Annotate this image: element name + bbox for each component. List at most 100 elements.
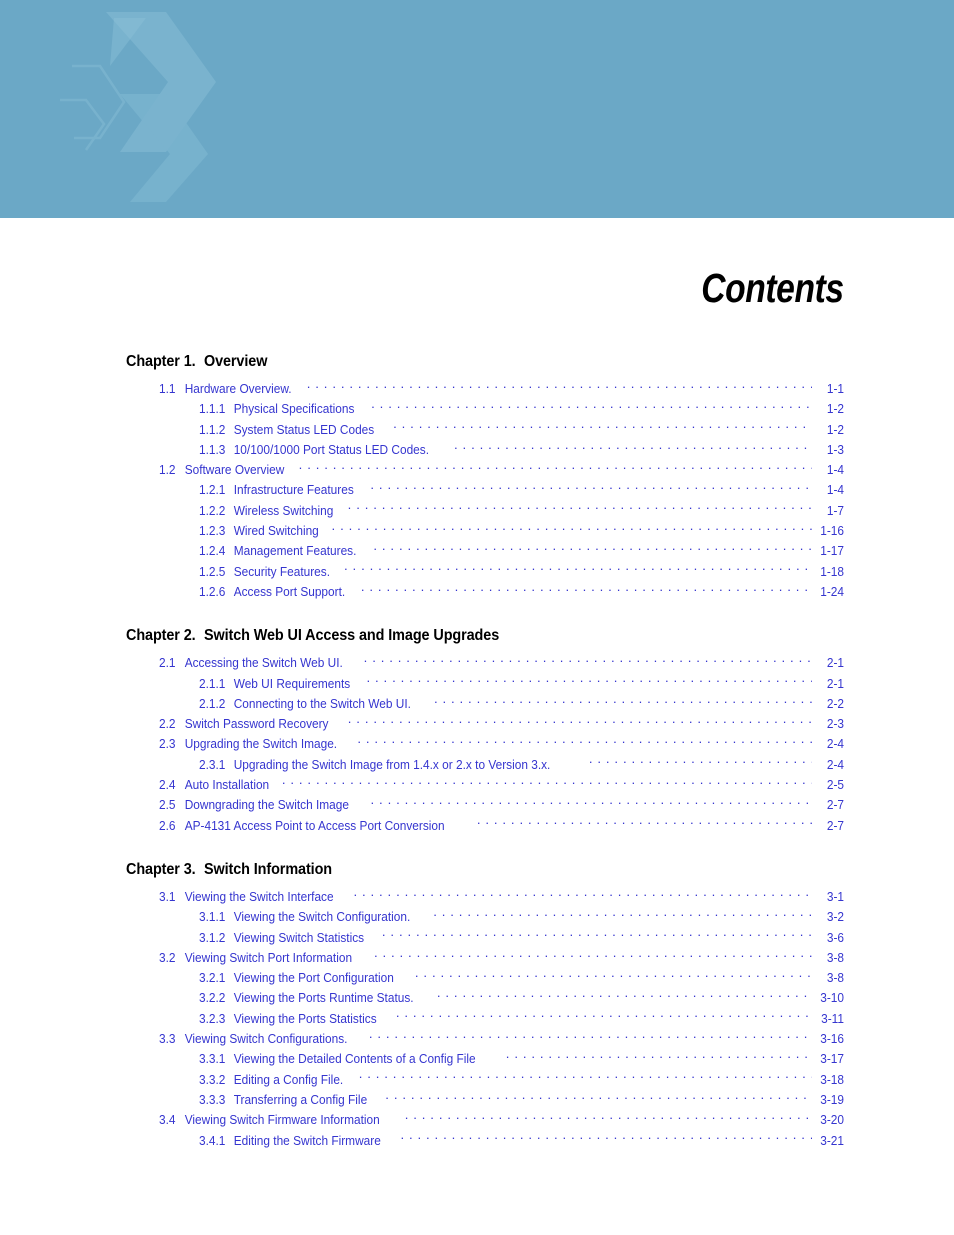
toc-entry[interactable]: 3.3.3 Transferring a Config File 3-19 (126, 1090, 844, 1110)
toc-entry-page-number: 2-3 (826, 716, 844, 732)
toc-entry[interactable]: 1.2.4 Management Features. 1-17 (126, 541, 844, 561)
toc-entry-page-number: 2-1 (826, 675, 844, 691)
toc-entry-number: 3.3.3 (199, 1091, 226, 1107)
toc-dot-leader (371, 399, 812, 412)
toc-entry[interactable]: 2.2 Switch Password Recovery 2-3 (126, 714, 844, 734)
toc-entry-number: 3.1 (159, 888, 176, 904)
toc-entry[interactable]: 1.2.1 Infrastructure Features 1-4 (126, 480, 844, 500)
toc-dot-leader (282, 775, 812, 788)
toc-dot-leader (477, 816, 812, 829)
toc-entry-label: Management Features. (233, 543, 357, 559)
toc-entry[interactable]: 3.1.1 Viewing the Switch Configuration. 3-… (126, 907, 844, 927)
toc-entry-label: Wired Switching (233, 523, 319, 539)
toc-entry-page-number: 3-1 (826, 888, 844, 904)
toc-entry[interactable]: 2.4 Auto Installation 2-5 (126, 775, 844, 795)
toc-entry-page-number: 1-17 (820, 543, 844, 559)
toc-entry-label: AP-4131 Access Point to Access Port Conv… (184, 817, 445, 833)
toc-entry-page-number: 3-18 (820, 1071, 844, 1087)
toc-entry-label: Infrastructure Features (233, 482, 354, 498)
toc-entry[interactable]: 3.2.3 Viewing the Ports Statistics 3-11 (126, 1009, 844, 1029)
toc-entry[interactable]: 1.1.2 System Status LED Codes 1-2 (126, 420, 844, 440)
toc-entry[interactable]: 3.2 Viewing Switch Port Information 3-8 (126, 948, 844, 968)
toc-entry-number: 3.2.3 (199, 1010, 226, 1026)
toc-entry[interactable]: 2.1.1 Web UI Requirements 2-1 (126, 674, 844, 694)
toc-entry-page-number: 3-16 (820, 1031, 844, 1047)
toc-entry[interactable]: 3.4.1 Editing the Switch Firmware 3-21 (126, 1131, 844, 1151)
toc-entry-number: 1.2.2 (199, 502, 226, 518)
toc-entry-number: 2.1 (159, 655, 176, 671)
toc-entry-number: 1.2.6 (199, 583, 226, 599)
toc-entry[interactable]: 1.2.2 Wireless Switching 1-7 (126, 501, 844, 521)
toc-entry[interactable]: 1.2.6 Access Port Support. 1-24 (126, 582, 844, 602)
chapter-heading-title: Overview (203, 353, 268, 370)
toc-entry[interactable]: 2.3 Upgrading the Switch Image. 2-4 (126, 734, 844, 754)
toc-entry-page-number: 2-4 (826, 756, 844, 772)
toc-entry-page-number: 2-7 (826, 797, 844, 813)
toc-dot-leader (307, 379, 812, 392)
toc-entry-page-number: 3-19 (820, 1091, 844, 1107)
toc-dot-leader (369, 1029, 812, 1042)
toc-entry-label: Connecting to the Switch Web UI. (233, 695, 411, 711)
toc-entry[interactable]: 1.2 Software Overview 1-4 (126, 460, 844, 480)
toc-entry-number: 3.3.1 (199, 1051, 226, 1067)
toc-entry-number: 2.1.2 (199, 695, 226, 711)
chapter-block: Chapter 2. Switch Web UI Access and Image… (126, 626, 844, 836)
toc-entry[interactable]: 1.1.1 Physical Specifications 1-2 (126, 399, 844, 419)
chapter-heading-number: Chapter 3. (126, 860, 196, 878)
toc-dot-leader (364, 653, 812, 666)
toc-entry-number: 3.3 (159, 1031, 176, 1047)
toc-entry-label: Upgrading the Switch Image. (184, 736, 338, 752)
toc-entry-label: Viewing the Detailed Contents of a Confi… (233, 1051, 476, 1067)
toc-dot-leader (396, 1009, 812, 1022)
toc-dot-leader (437, 988, 812, 1001)
toc-entry-number: 1.1.2 (199, 421, 226, 437)
toc-entry[interactable]: 1.1 Hardware Overview. 1-1 (126, 379, 844, 399)
toc-entry-label: Viewing Switch Port Information (184, 949, 353, 965)
toc-entry-label: Auto Installation (184, 777, 270, 793)
toc-entry[interactable]: 3.3 Viewing Switch Configurations. 3-16 (126, 1029, 844, 1049)
toc-entry[interactable]: 3.4 Viewing Switch Firmware Information 3-… (126, 1110, 844, 1130)
toc-entry[interactable]: 3.3.1 Viewing the Detailed Contents of a … (126, 1049, 844, 1069)
chapter-heading-number: Chapter 2. (126, 627, 196, 645)
toc-entry-number: 2.6 (159, 817, 176, 833)
toc-entry[interactable]: 2.5 Downgrading the Switch Image 2-7 (126, 795, 844, 815)
toc-entry[interactable]: 2.6 AP-4131 Access Point to Access Port C… (126, 816, 844, 836)
toc-entry[interactable]: 2.3.1 Upgrading the Switch Image from 1.4… (126, 755, 844, 775)
header-banner (0, 0, 954, 218)
toc-entry-number: 1.2.3 (199, 523, 226, 539)
toc-entry[interactable]: 3.1.2 Viewing Switch Statistics 3-6 (126, 928, 844, 948)
toc-entry-page-number: 2-7 (826, 817, 844, 833)
toc-entry-label: Editing the Switch Firmware (233, 1132, 381, 1148)
toc-entry-number: 3.4 (159, 1112, 176, 1128)
chapter-block: Chapter 1.Overview1.1Hardware Overview.1… (126, 352, 844, 602)
toc-entry-page-number: 2-5 (826, 777, 844, 793)
toc-entry-label: Editing a Config File. (233, 1071, 344, 1087)
toc-entry[interactable]: 1.2.3 Wired Switching 1-16 (126, 521, 844, 541)
toc-entry-page-number: 1-4 (826, 482, 844, 498)
toc-dot-leader (348, 714, 812, 727)
toc-entry-label: Physical Specifications (233, 401, 355, 417)
toc-entry-page-number: 3-11 (821, 1010, 844, 1026)
toc-dot-leader (370, 480, 812, 493)
toc-dot-leader (374, 948, 812, 961)
toc-entry-label: Viewing the Port Configuration (233, 970, 394, 986)
toc-dot-leader (332, 521, 812, 534)
toc-entry-label: Viewing Switch Configurations. (184, 1031, 348, 1047)
toc-entry[interactable]: 3.2.2 Viewing the Ports Runtime Status. 3-… (126, 988, 844, 1008)
toc-entry-number: 3.1.2 (199, 929, 226, 945)
toc-entry-page-number: 2-1 (826, 655, 844, 671)
chapter-heading-title: Switch Web UI Access and Image Upgrades (203, 627, 500, 645)
toc-entry[interactable]: 2.1 Accessing the Switch Web UI. 2-1 (126, 653, 844, 673)
toc-entry[interactable]: 3.1 Viewing the Switch Interface 3-1 (126, 887, 844, 907)
toc-entry[interactable]: 3.2.1 Viewing the Port Configuration 3-8 (126, 968, 844, 988)
toc-entry[interactable]: 1.1.3 10/100/1000 Port Status LED Codes. 1… (126, 440, 844, 460)
toc-entry-label: Software Overview (184, 462, 285, 478)
toc-entry-number: 2.1.1 (199, 675, 226, 691)
toc-entry-number: 3.2.2 (199, 990, 226, 1006)
toc-entry-number: 2.5 (159, 797, 176, 813)
toc-entry[interactable]: 2.1.2 Connecting to the Switch Web UI. 2-2 (126, 694, 844, 714)
toc-entry[interactable]: 1.2.5 Security Features. 1-18 (126, 562, 844, 582)
toc-entry[interactable]: 3.3.2 Editing a Config File. 3-18 (126, 1070, 844, 1090)
toc-entry-label: Security Features. (233, 563, 331, 579)
toc-entry-label: Upgrading the Switch Image from 1.4.x or… (233, 756, 551, 772)
